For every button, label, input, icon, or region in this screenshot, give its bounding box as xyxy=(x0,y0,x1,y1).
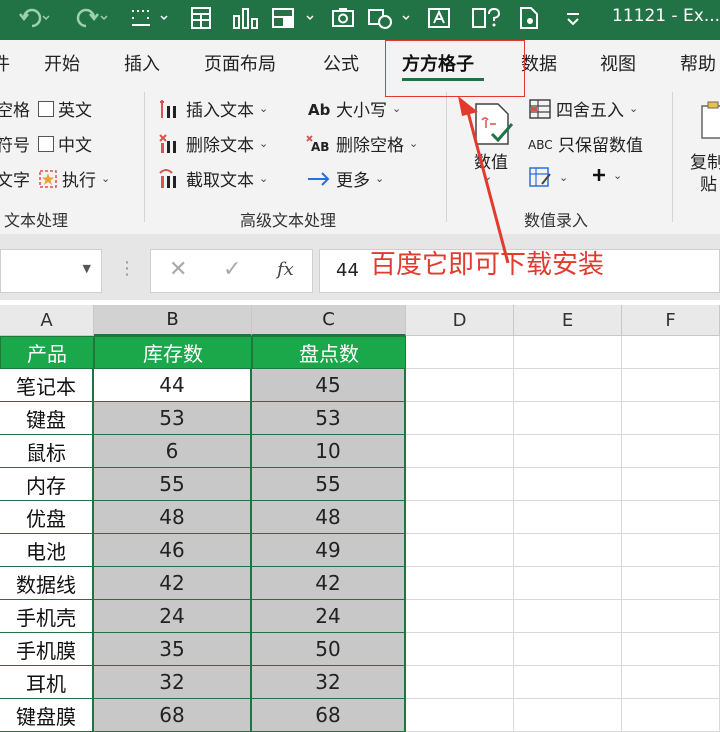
product-cell[interactable]: 键盘 xyxy=(0,402,94,435)
cell[interactable] xyxy=(622,699,720,732)
count-cell[interactable]: 68 xyxy=(252,699,406,732)
column-header-b[interactable]: B xyxy=(94,305,252,336)
count-cell[interactable]: 32 xyxy=(252,666,406,699)
product-cell[interactable]: 电池 xyxy=(0,534,94,567)
count-cell[interactable]: 48 xyxy=(252,501,406,534)
column-header-f[interactable]: F xyxy=(622,305,720,336)
count-cell[interactable]: 50 xyxy=(252,633,406,666)
stock-cell[interactable]: 48 xyxy=(94,501,252,534)
cell[interactable] xyxy=(514,336,622,369)
stock-cell[interactable]: 6 xyxy=(94,435,252,468)
cell[interactable] xyxy=(622,402,720,435)
product-cell[interactable]: 鼠标 xyxy=(0,435,94,468)
product-cell[interactable]: 手机膜 xyxy=(0,633,94,666)
cell[interactable] xyxy=(406,435,514,468)
stock-cell[interactable]: 53 xyxy=(94,402,252,435)
product-cell[interactable]: 耳机 xyxy=(0,666,94,699)
column-header-e[interactable]: E xyxy=(514,305,622,336)
cell[interactable] xyxy=(406,501,514,534)
cell[interactable] xyxy=(622,468,720,501)
cell[interactable] xyxy=(514,600,622,633)
table-header-cell[interactable]: 库存数 xyxy=(94,336,252,369)
cell[interactable] xyxy=(406,336,514,369)
product-cell[interactable]: 手机壳 xyxy=(0,600,94,633)
cell[interactable] xyxy=(622,369,720,402)
stock-cell[interactable]: 42 xyxy=(94,567,252,600)
cell[interactable] xyxy=(514,402,622,435)
cell[interactable] xyxy=(622,567,720,600)
cell[interactable] xyxy=(622,501,720,534)
stock-cell[interactable]: 46 xyxy=(94,534,252,567)
product-cell[interactable]: 数据线 xyxy=(0,567,94,600)
stock-cell[interactable]: 24 xyxy=(94,600,252,633)
cell[interactable] xyxy=(622,534,720,567)
cell[interactable] xyxy=(622,336,720,369)
cell[interactable] xyxy=(622,666,720,699)
cell[interactable] xyxy=(514,501,622,534)
product-cell[interactable]: 内存 xyxy=(0,468,94,501)
cell[interactable] xyxy=(514,534,622,567)
cell[interactable] xyxy=(514,567,622,600)
cell[interactable] xyxy=(514,633,622,666)
product-cell[interactable]: 优盘 xyxy=(0,501,94,534)
product-cell[interactable]: 笔记本 xyxy=(0,369,94,402)
stock-cell[interactable]: 32 xyxy=(94,666,252,699)
column-header-d[interactable]: D xyxy=(406,305,514,336)
cell[interactable] xyxy=(406,567,514,600)
cell[interactable] xyxy=(514,468,622,501)
count-cell[interactable]: 24 xyxy=(252,600,406,633)
cell[interactable] xyxy=(406,468,514,501)
stock-cell[interactable]: 55 xyxy=(94,468,252,501)
product-cell[interactable]: 键盘膜 xyxy=(0,699,94,732)
column-header-a[interactable]: A xyxy=(0,305,94,336)
cell[interactable] xyxy=(622,435,720,468)
cell[interactable] xyxy=(622,600,720,633)
cell[interactable] xyxy=(406,534,514,567)
count-cell[interactable]: 49 xyxy=(252,534,406,567)
table-header-cell[interactable]: 产品 xyxy=(0,336,94,369)
cell[interactable] xyxy=(514,666,622,699)
stock-cell[interactable]: 35 xyxy=(94,633,252,666)
count-cell[interactable]: 55 xyxy=(252,468,406,501)
cell[interactable] xyxy=(406,633,514,666)
cell[interactable] xyxy=(622,633,720,666)
cell[interactable] xyxy=(406,369,514,402)
cell[interactable] xyxy=(514,369,622,402)
cell[interactable] xyxy=(406,600,514,633)
cell[interactable] xyxy=(514,699,622,732)
cell[interactable] xyxy=(406,699,514,732)
count-cell[interactable]: 45 xyxy=(252,369,406,402)
cell[interactable] xyxy=(514,435,622,468)
stock-cell[interactable]: 68 xyxy=(94,699,252,732)
cell[interactable] xyxy=(406,402,514,435)
count-cell[interactable]: 42 xyxy=(252,567,406,600)
table-header-cell[interactable]: 盘点数 xyxy=(252,336,406,369)
stock-cell[interactable]: 44 xyxy=(94,369,252,402)
column-header-c[interactable]: C xyxy=(252,305,406,336)
count-cell[interactable]: 53 xyxy=(252,402,406,435)
cell[interactable] xyxy=(406,666,514,699)
count-cell[interactable]: 10 xyxy=(252,435,406,468)
